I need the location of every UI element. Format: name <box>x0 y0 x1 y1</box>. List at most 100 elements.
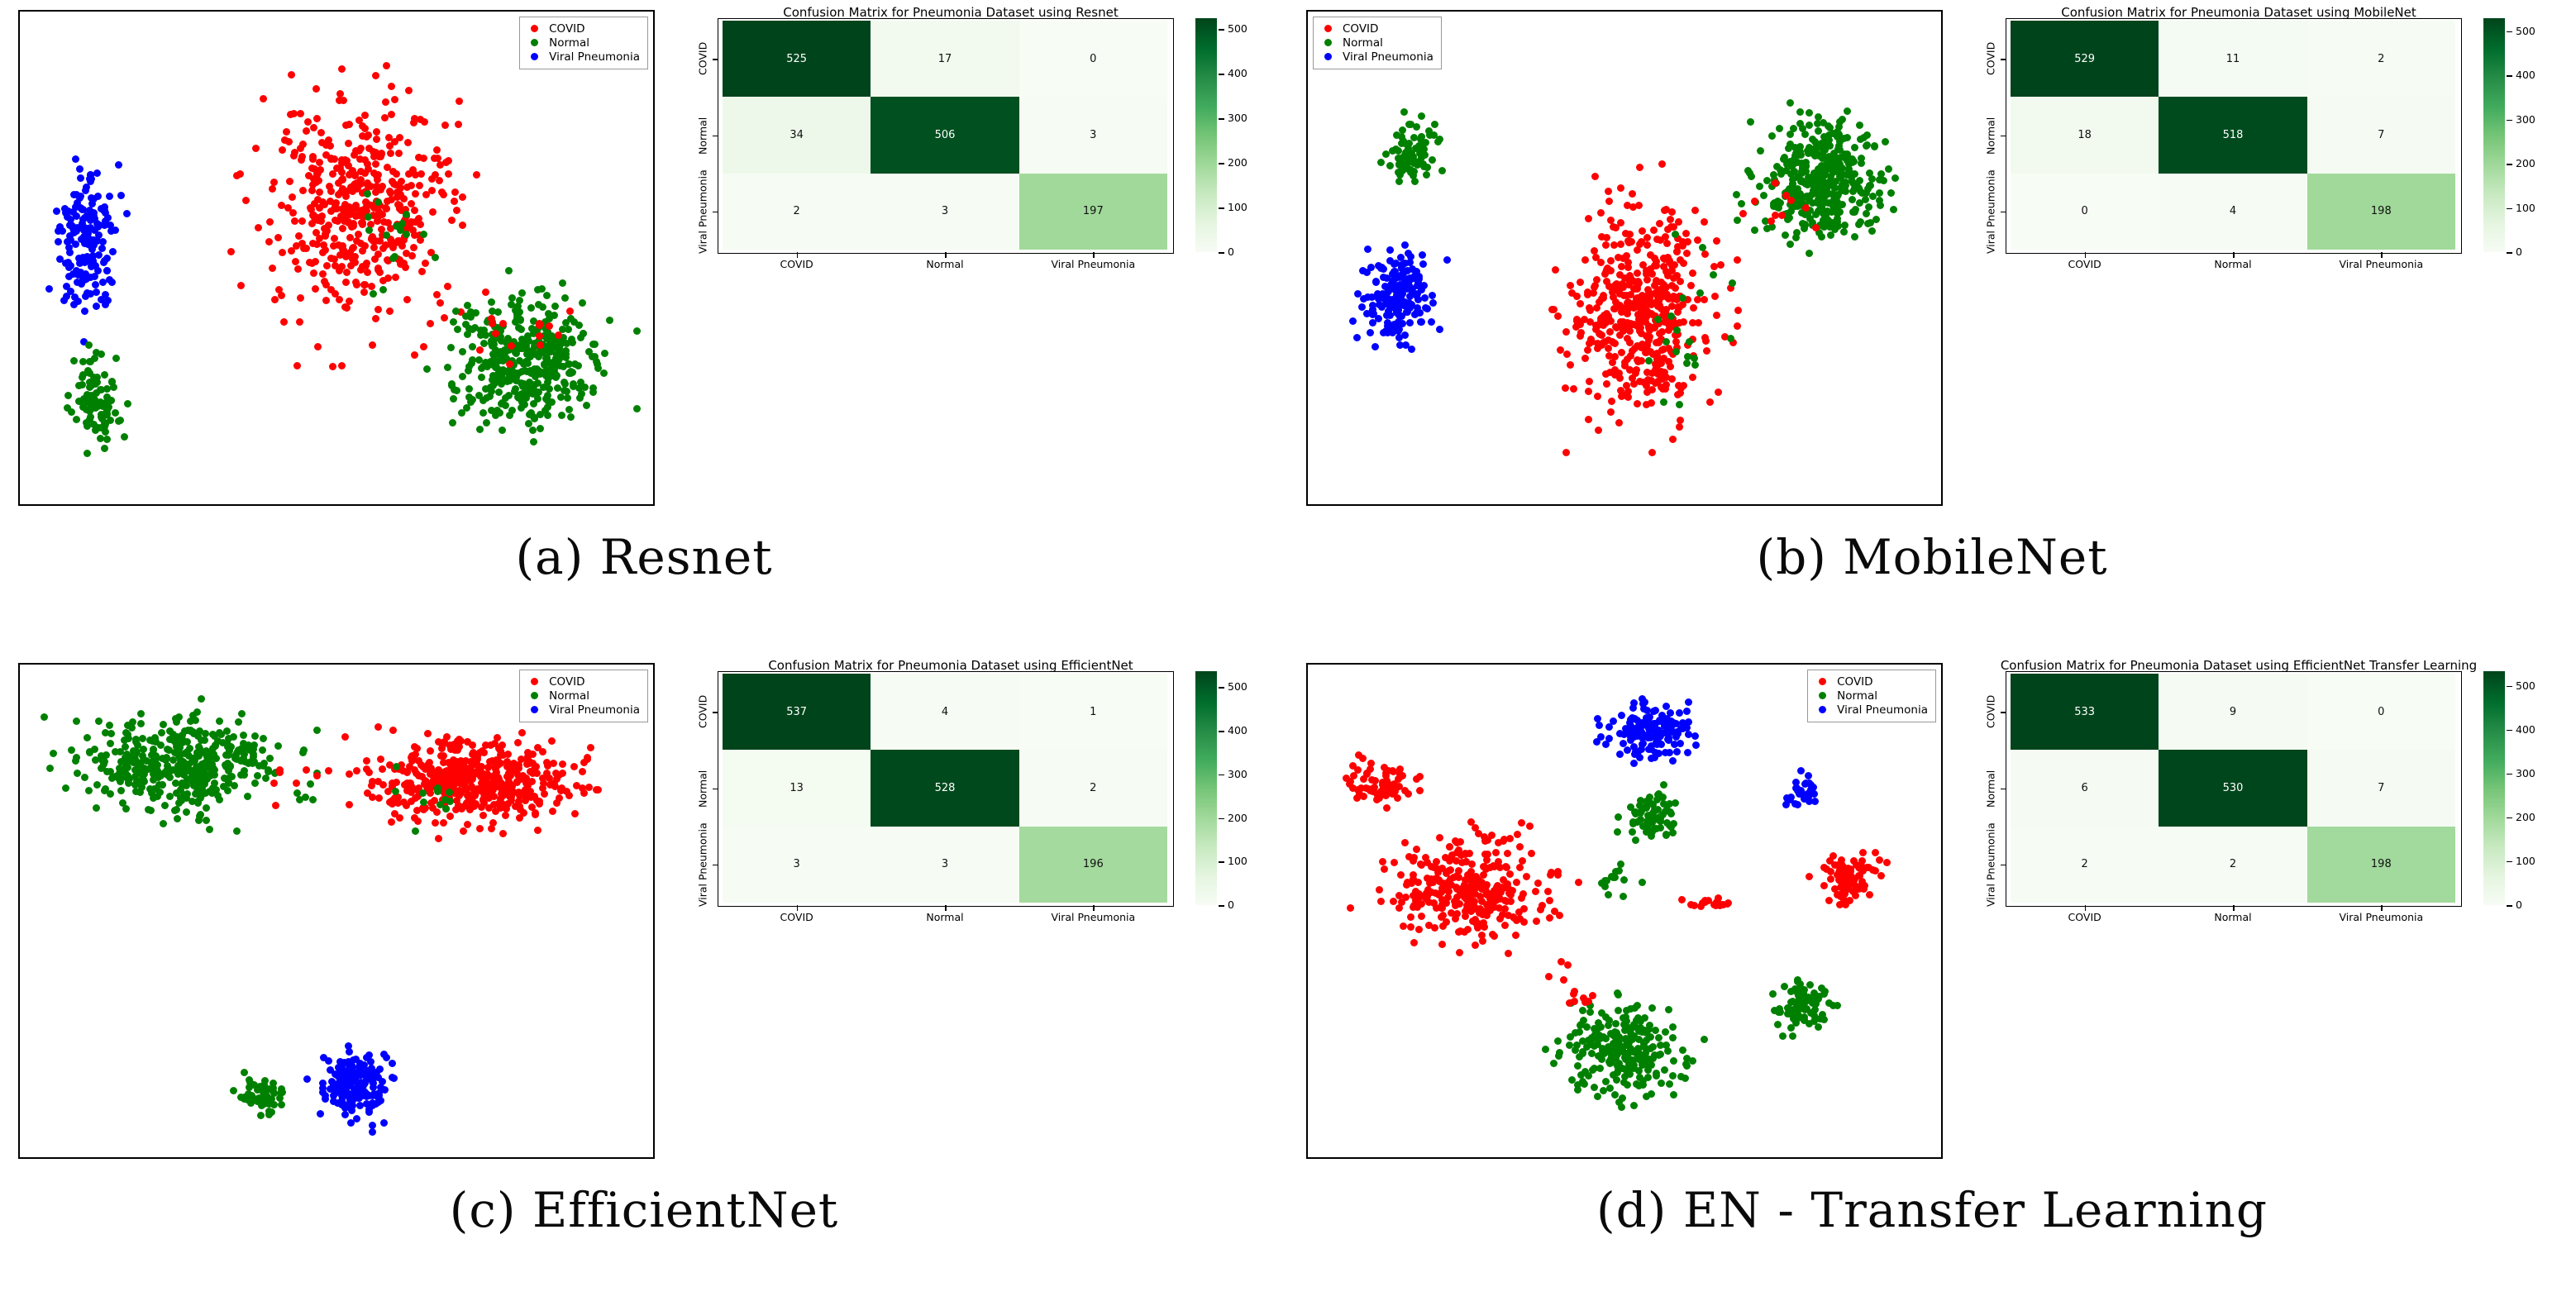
scatter-point <box>1428 156 1436 164</box>
scatter-point <box>1698 244 1706 252</box>
scatter-point <box>395 204 403 212</box>
confusion-matrix-grid: 537 4 1 13 528 2 3 3 196 <box>723 674 1167 903</box>
scatter-point <box>1469 917 1477 925</box>
colorbar-tick <box>2507 75 2512 77</box>
scatter-point <box>356 239 365 247</box>
scatter-point <box>1689 304 1697 312</box>
scatter-point <box>101 786 109 794</box>
scatter-point <box>505 411 513 419</box>
scatter-point <box>285 177 293 185</box>
confusion-matrix-cell: 4 <box>871 674 1019 751</box>
colorbar-tick-label: 300 <box>1228 112 1247 125</box>
scatter-point <box>1347 904 1355 913</box>
scatter-point <box>365 1108 374 1116</box>
scatter-point <box>1624 280 1633 288</box>
scatter-point <box>1624 1061 1633 1069</box>
scatter-point <box>1667 312 1675 321</box>
scatter-point <box>1648 385 1656 393</box>
scatter-point <box>60 296 68 304</box>
scatter-point <box>371 188 379 196</box>
scatter-point <box>323 261 331 269</box>
scatter-point <box>337 362 346 370</box>
scatter-point <box>241 758 249 766</box>
colorbar-tick-label: 100 <box>2516 854 2535 867</box>
scatter-point <box>1394 794 1402 803</box>
scatter-point <box>1644 357 1653 365</box>
scatter-point <box>459 193 467 202</box>
scatter-point <box>86 178 94 186</box>
scatter-point <box>357 1062 365 1070</box>
colorbar-tick-label: 400 <box>1228 724 1247 737</box>
scatter-point <box>1852 891 1860 899</box>
scatter-point <box>1676 401 1684 409</box>
scatter-point <box>387 150 395 158</box>
scatter-point <box>404 138 413 146</box>
colorbar-tick <box>2507 685 2512 688</box>
scatter-point <box>1872 866 1880 875</box>
scatter-point <box>104 297 112 305</box>
scatter-point <box>423 365 432 373</box>
confusion-matrix-x-tick-label: COVID <box>2068 911 2101 923</box>
scatter-point <box>1814 119 1822 127</box>
scatter-point <box>1417 317 1425 326</box>
scatter-point <box>78 381 86 389</box>
scatter-point <box>1662 1027 1670 1036</box>
scatter-point <box>527 803 536 811</box>
scatter-point <box>1499 884 1507 893</box>
scatter-point <box>131 788 140 796</box>
scatter-point <box>1875 856 1883 864</box>
scatter-point <box>1597 1008 1605 1017</box>
scatter-point <box>560 363 568 371</box>
scatter-point <box>1359 792 1367 800</box>
scatter-point <box>1621 1035 1629 1043</box>
scatter-point <box>1503 849 1511 857</box>
scatter-point <box>486 383 494 391</box>
scatter-point <box>1867 218 1875 226</box>
colorbar-tick <box>2507 164 2512 165</box>
scatter-point <box>1659 262 1667 270</box>
confusion-matrix-b: Confusion Matrix for Pneumonia Dataset u… <box>1949 0 2569 603</box>
scatter-point <box>1868 174 1876 183</box>
scatter-point <box>163 745 171 753</box>
scatter-point <box>1584 290 1592 298</box>
scatter-point <box>1408 265 1416 274</box>
colorbar-tick <box>1219 731 1224 732</box>
scatter-point <box>1790 125 1798 133</box>
scatter-point <box>1857 155 1865 163</box>
scatter-point <box>1376 158 1385 166</box>
scatter-point <box>1619 893 1627 901</box>
scatter-point <box>489 818 497 827</box>
scatter-point <box>1386 162 1394 170</box>
scatter-point <box>446 798 455 806</box>
scatter-point <box>1615 419 1623 427</box>
scatter-point <box>1406 151 1414 160</box>
scatter-point <box>1597 208 1605 217</box>
scatter-point <box>1418 913 1426 921</box>
scatter-point <box>1414 274 1423 283</box>
scatter-point <box>544 356 552 365</box>
scatter-point <box>72 416 80 424</box>
scatter-point <box>1544 888 1553 896</box>
scatter-point <box>1552 265 1560 274</box>
scatter-point <box>373 176 381 184</box>
scatter-point <box>1669 1071 1677 1080</box>
scatter-point <box>1572 293 1581 301</box>
scatter-point <box>508 294 516 303</box>
scatter-point <box>384 788 393 796</box>
scatter-point <box>145 785 154 794</box>
legend-marker-icon <box>531 25 539 32</box>
scatter-point <box>427 747 435 755</box>
scatter-point <box>1410 939 1419 947</box>
scatter-point <box>120 433 128 441</box>
scatter-point <box>352 1114 360 1122</box>
scatter-point <box>1639 1080 1647 1089</box>
scatter-point <box>404 86 413 94</box>
confusion-matrix-grid: 525 17 0 34 506 3 2 3 197 <box>723 21 1167 250</box>
scatter-point <box>45 765 54 773</box>
scatter-point <box>388 799 396 808</box>
scatter-point <box>1382 150 1391 158</box>
scatter-point <box>369 1127 376 1136</box>
scatter-point <box>251 145 260 153</box>
scatter-point <box>1616 184 1624 193</box>
scatter-point <box>387 111 395 119</box>
